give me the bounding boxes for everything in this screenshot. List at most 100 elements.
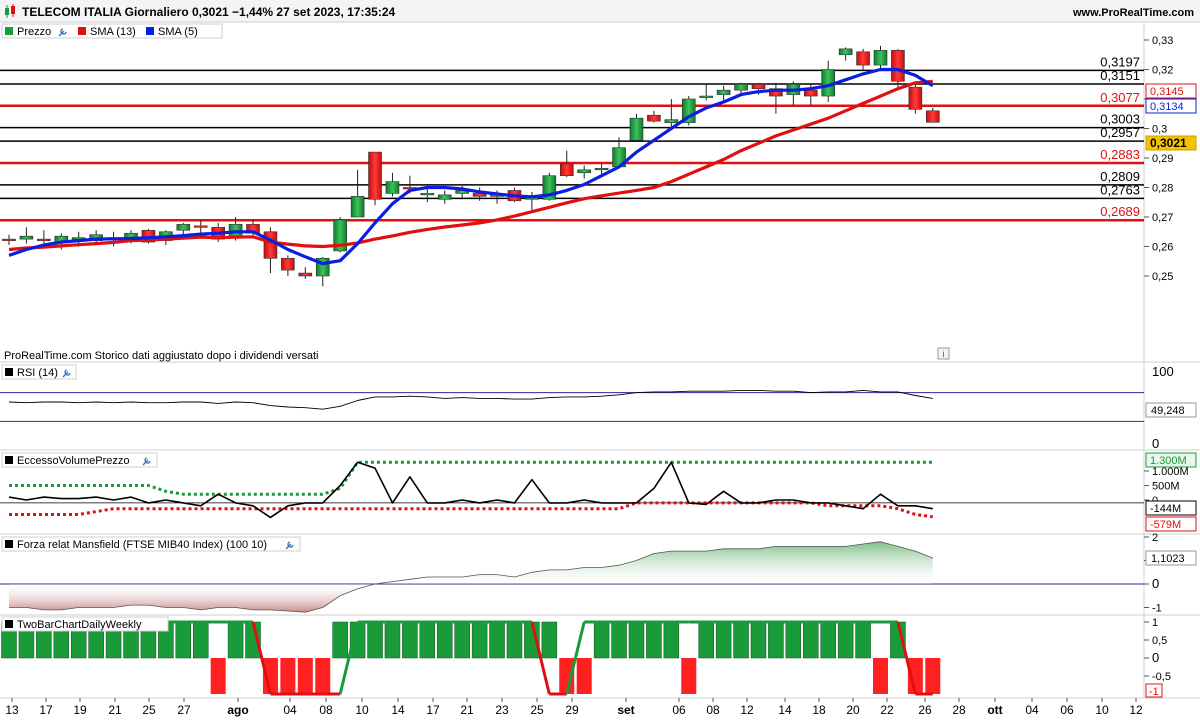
twobar-bar <box>803 621 819 659</box>
rsi-legend-label: RSI (14) <box>17 367 58 379</box>
candle-body <box>751 83 766 89</box>
twobar-legend-label: TwoBarChartDailyWeekly <box>17 619 142 631</box>
twobar-bar <box>593 621 610 659</box>
twobar-bar <box>280 658 296 694</box>
level-label: 0,2957 <box>1100 125 1140 140</box>
candle-body <box>385 181 400 194</box>
x-tick-label: 22 <box>880 703 894 717</box>
level-label: 0,3077 <box>1100 90 1140 105</box>
evp-legend-swatch <box>5 456 13 464</box>
twobar-bar <box>210 658 226 694</box>
twobar-bar <box>820 621 836 659</box>
x-tick-label: 12 <box>1129 703 1143 717</box>
rsi-y-tick-label: 0 <box>1152 436 1159 451</box>
twobar-bar <box>576 658 592 694</box>
level-label: 0,2763 <box>1100 182 1140 197</box>
legend-sma5: SMA (5) <box>158 26 198 38</box>
candle-body <box>594 168 609 171</box>
legend-sma13: SMA (13) <box>90 26 136 38</box>
info-icon[interactable]: i <box>937 347 950 360</box>
header-bar: TELECOM ITALIA Giornaliero 0,3021 −1,44%… <box>0 0 1200 23</box>
x-tick-label: 13 <box>5 703 19 717</box>
mansfield-y-tick-label: 0 <box>1152 576 1159 591</box>
twobar-y-tick-label: 0,5 <box>1152 635 1167 647</box>
evp-current-label: -579M <box>1150 519 1181 531</box>
candle-body <box>437 194 452 200</box>
x-tick-label: 25 <box>530 703 544 717</box>
twobar-bar <box>437 621 453 659</box>
x-tick-label: ott <box>987 703 1002 717</box>
level-label: 0,2689 <box>1100 204 1140 219</box>
legend-swatch-price <box>5 27 13 35</box>
twobar-bar <box>297 658 313 694</box>
x-tick-label: 06 <box>1060 703 1074 717</box>
legend-price: Prezzo <box>17 26 51 38</box>
rsi-y-tick-label: 100 <box>1152 364 1174 379</box>
candle-body <box>577 169 591 174</box>
evp-current-label: 1.300M <box>1150 455 1187 467</box>
price-y-tick-label: 0,27 <box>1152 212 1173 224</box>
price-y-tick-label: 0,33 <box>1152 35 1173 47</box>
x-tick-label: 14 <box>391 703 405 717</box>
x-tick-label: 06 <box>672 703 686 717</box>
price-y-tick-label: 0,26 <box>1152 242 1173 254</box>
candle-body <box>838 48 853 56</box>
twobar-bar <box>175 621 192 659</box>
x-tick-label: 08 <box>706 703 720 717</box>
twobar-y-tick-label: 0 <box>1152 650 1159 665</box>
twobar-bar <box>646 621 662 659</box>
candle-body <box>350 196 365 218</box>
twobar-bar <box>611 621 627 659</box>
candle-body <box>734 83 748 91</box>
x-tick-label: ago <box>227 703 248 717</box>
mansfield-y-tick-label: 2 <box>1152 532 1158 544</box>
site-link[interactable]: www.ProRealTime.com <box>1072 7 1194 19</box>
x-tick-label: 10 <box>1095 703 1109 717</box>
x-tick-label: 18 <box>812 703 826 717</box>
twobar-current-label: -1 <box>1149 686 1159 698</box>
candle-body <box>281 257 295 271</box>
mansfield-legend-label: Forza relat Mansfield (FTSE MIB40 Index)… <box>17 539 267 551</box>
twobar-bar <box>315 658 331 694</box>
x-tick-label: 08 <box>319 703 333 717</box>
twobar-bar <box>454 621 470 659</box>
mansfield-y-tick-label: -1 <box>1152 603 1162 615</box>
candle-body <box>19 235 34 240</box>
candle-body <box>176 224 191 231</box>
level-label: 0,3151 <box>1100 68 1140 83</box>
twobar-bar <box>733 621 749 659</box>
twobar-y-tick-label: 1 <box>1152 617 1158 629</box>
x-tick-label: 20 <box>846 703 860 717</box>
twobar-legend-swatch <box>5 620 13 628</box>
candle-body <box>629 117 644 141</box>
candle-body <box>699 95 714 98</box>
rsi-legend-swatch <box>5 368 13 376</box>
candle-body <box>193 225 208 228</box>
level-label: 0,2883 <box>1100 147 1140 162</box>
price-y-tick-label: 0,28 <box>1152 183 1173 195</box>
x-tick-label: 14 <box>778 703 792 717</box>
twobar-bar <box>384 621 401 659</box>
mansfield-current-label: 1,1023 <box>1151 553 1185 565</box>
candle-body <box>263 231 278 259</box>
twobar-bar <box>332 621 348 659</box>
twobar-bar <box>628 621 645 659</box>
candle-body <box>37 238 51 241</box>
price-y-tick-label: 0,32 <box>1152 65 1173 77</box>
twobar-bar <box>227 621 244 659</box>
chart-svg: TELECOM ITALIA Giornaliero 0,3021 −1,44%… <box>0 0 1200 720</box>
x-tick-label: 12 <box>740 703 754 717</box>
twobar-bar <box>681 658 697 694</box>
x-tick-label: 25 <box>142 703 156 717</box>
x-tick-label: 17 <box>426 703 440 717</box>
price-y-tick-label: 0,3 <box>1152 124 1167 136</box>
price-y-tick-label: 0,25 <box>1152 271 1173 283</box>
rsi-current-label: 49,248 <box>1151 405 1185 417</box>
x-tick-label: 17 <box>39 703 53 717</box>
price-legend: Prezzo SMA (13) SMA (5) <box>1 23 223 39</box>
candle-body <box>368 151 382 200</box>
evp-legend-label: EccessoVolumePrezzo <box>17 455 130 467</box>
svg-text:i: i <box>943 349 945 359</box>
twobar-bar <box>925 658 941 694</box>
x-tick-label: 04 <box>283 703 297 717</box>
